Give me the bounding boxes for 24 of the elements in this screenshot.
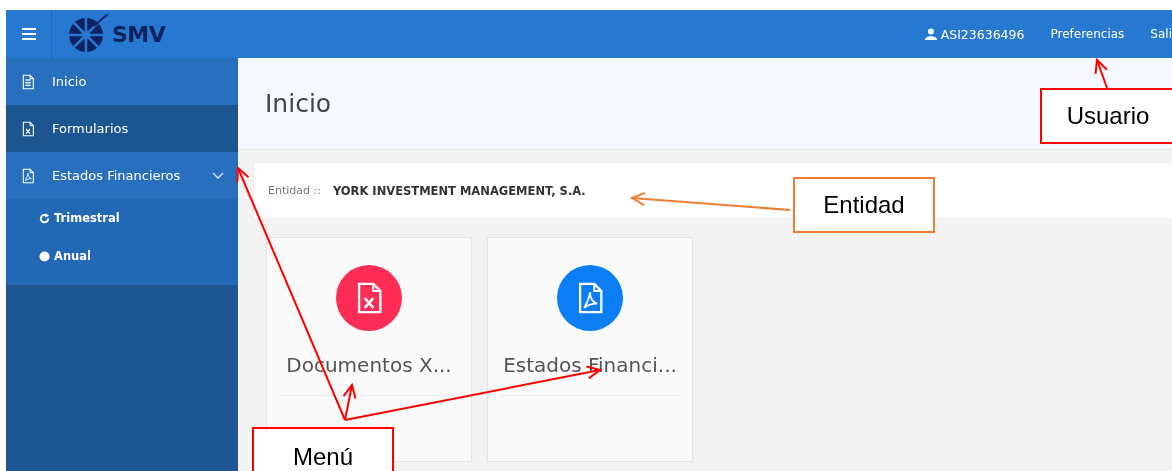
logo-text: SMV bbox=[112, 21, 166, 47]
module-tile[interactable]: Estados Financi... bbox=[487, 237, 693, 462]
annotation-callout: Entidad bbox=[793, 177, 935, 233]
user-name: ASI23636496 bbox=[940, 26, 1025, 42]
annotation-callout: Usuario bbox=[1040, 88, 1172, 144]
submenu-item[interactable]: Trimestral bbox=[6, 199, 238, 237]
spreadsheet-file-icon bbox=[20, 120, 36, 137]
user-icon bbox=[924, 28, 937, 40]
sidebar-item[interactable]: Estados Financieros bbox=[6, 152, 238, 199]
annotation-callout: Menú bbox=[252, 427, 394, 471]
circle-icon bbox=[39, 250, 50, 262]
entity-name: YORK INVESTMENT MANAGEMENT, S.A. bbox=[332, 183, 586, 198]
pdf-file-icon bbox=[20, 167, 36, 184]
annotation-arrow bbox=[1094, 57, 1108, 89]
header-link[interactable]: Sali bbox=[1150, 27, 1172, 41]
menu-icon bbox=[21, 28, 36, 40]
header-link[interactable]: Preferencias bbox=[1050, 27, 1125, 41]
refresh-icon bbox=[39, 212, 50, 224]
page-title: Inicio bbox=[265, 89, 332, 118]
submenu-item[interactable]: Anual bbox=[6, 237, 238, 275]
entity-label: Entidad :: bbox=[268, 184, 321, 197]
sidebar-item[interactable]: Inicio bbox=[6, 58, 238, 105]
clipboard-icon bbox=[20, 73, 36, 90]
tile-label: Estados Financi... bbox=[503, 353, 677, 377]
